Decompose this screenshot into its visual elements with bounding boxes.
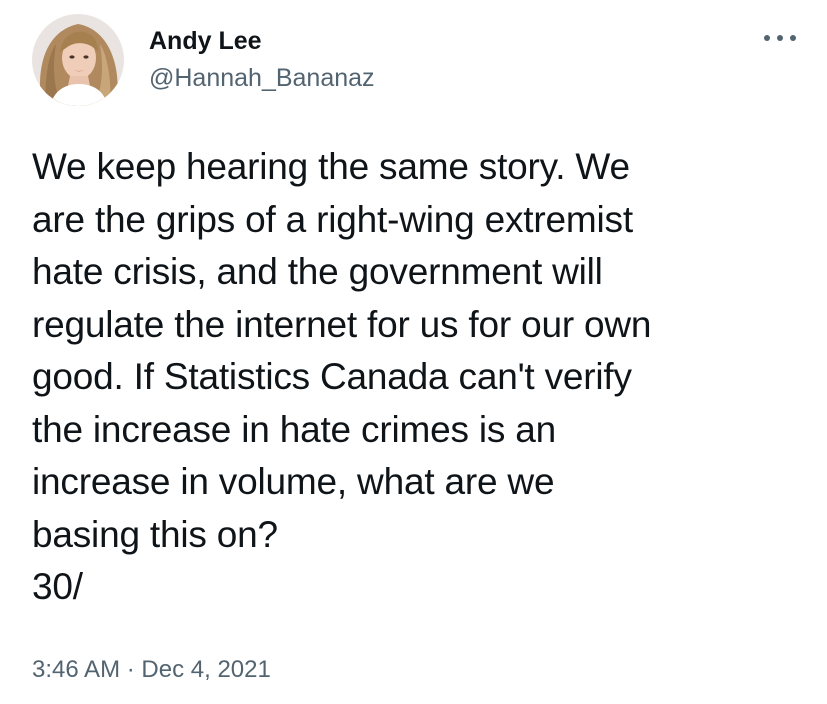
avatar-image bbox=[32, 14, 124, 106]
author-avatar[interactable] bbox=[32, 14, 124, 106]
tweet-timestamp: 3:46 AM · Dec 4, 2021 bbox=[32, 655, 271, 685]
timestamp-separator: · bbox=[126, 656, 135, 683]
tweet-time-link[interactable]: 3:46 AM bbox=[32, 656, 120, 683]
author-display-name[interactable]: Andy Lee bbox=[149, 26, 262, 56]
tweet-text: We keep hearing the same story. We are t… bbox=[32, 141, 812, 614]
tweet-text-line: We keep hearing the same story. We bbox=[32, 146, 630, 187]
more-options-button[interactable] bbox=[758, 26, 802, 50]
tweet-text-line: basing this on? bbox=[32, 513, 278, 555]
tweet-text-line: the increase in hate crimes is an bbox=[32, 408, 556, 450]
tweet-date-link[interactable]: Dec 4, 2021 bbox=[141, 656, 270, 683]
more-options-icon bbox=[764, 35, 796, 41]
tweet-text-line: 30/ bbox=[32, 566, 83, 607]
tweet-text-line: are the grips of a right-wing extremist bbox=[32, 198, 633, 240]
tweet-text-line: hate crisis, and the government will bbox=[32, 251, 603, 292]
tweet-card: Andy Lee @Hannah_Bananaz We keep hearing… bbox=[0, 0, 827, 704]
tweet-text-line: good. If Statistics Canada can't verify bbox=[32, 356, 632, 397]
author-handle[interactable]: @Hannah_Bananaz bbox=[149, 63, 375, 93]
tweet-text-line: increase in volume, what are we bbox=[32, 461, 555, 502]
tweet-text-line: regulate the internet for us for our own bbox=[32, 303, 652, 345]
